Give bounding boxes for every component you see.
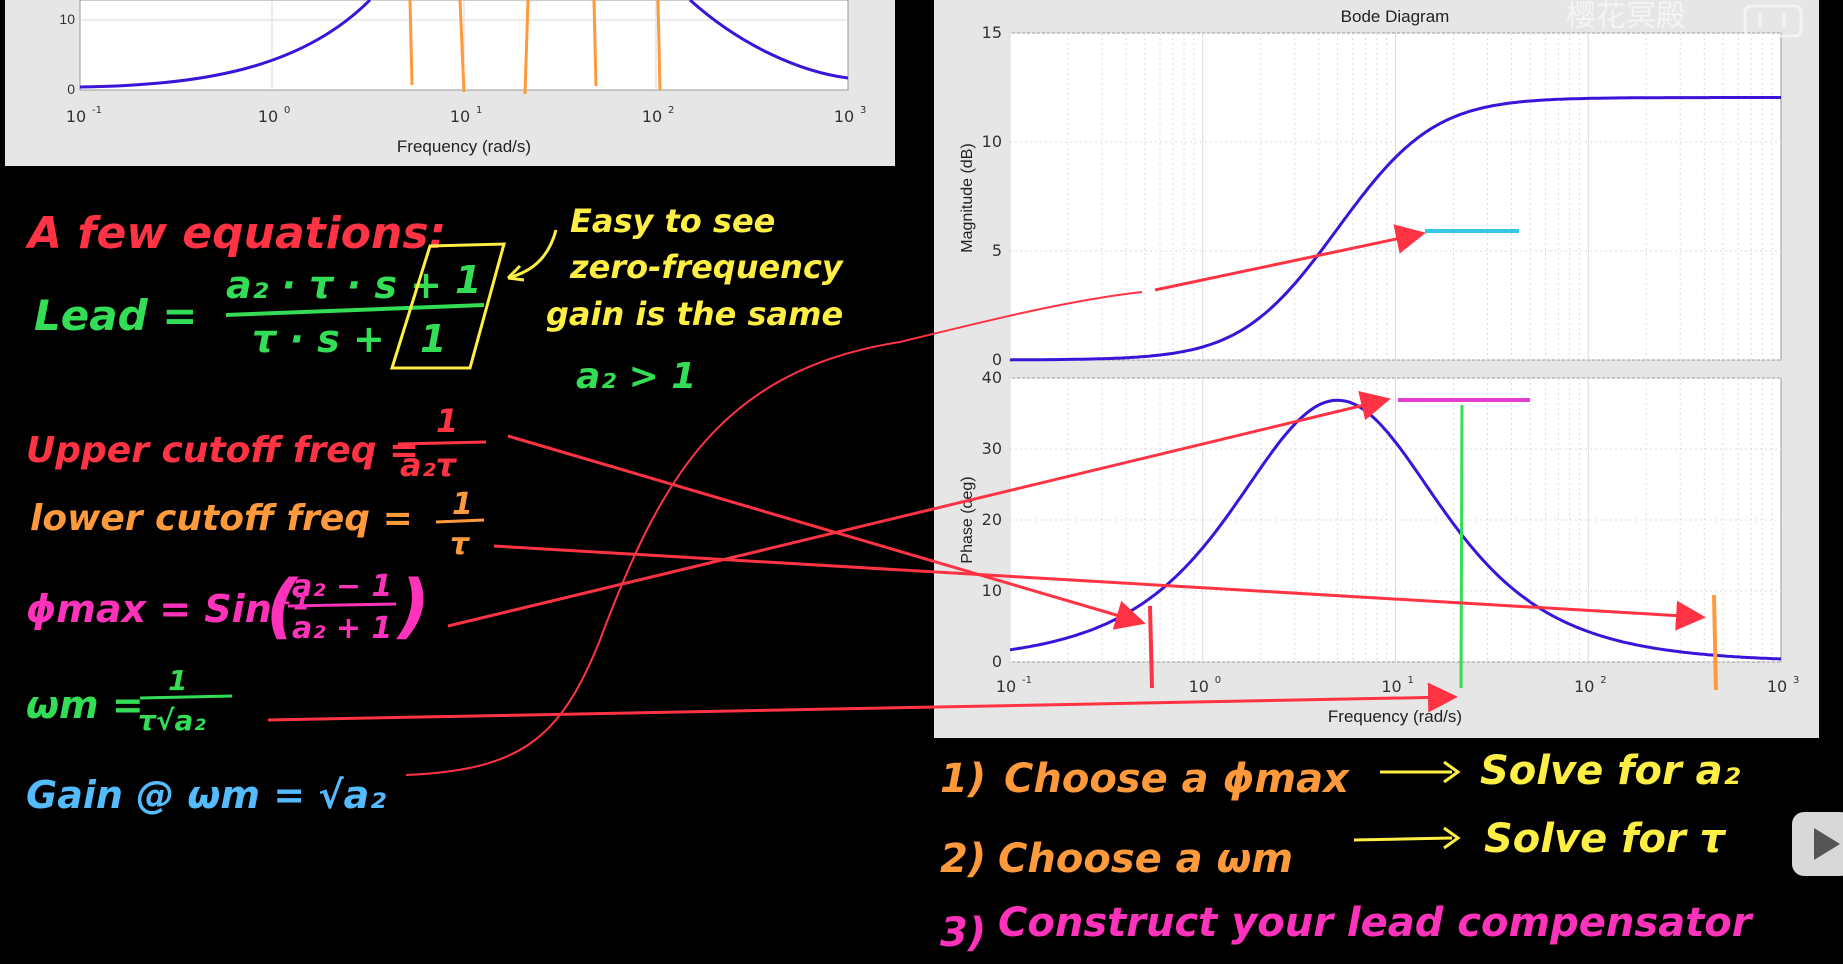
xtick-label: 10 xyxy=(1767,677,1787,696)
xtick-label: 10 xyxy=(1189,677,1209,696)
step-2-number: 2) xyxy=(940,836,986,882)
bode-diagram: Bode Diagram 051015 Magnitude (dB) 01020… xyxy=(934,0,1819,738)
watermark: 樱花冥殿 xyxy=(1566,0,1686,34)
lead-denominator: τ · s + xyxy=(252,317,385,361)
easy-note-line2: zero-frequency xyxy=(569,248,844,286)
upper-cutoff-den: a₂τ xyxy=(400,446,458,484)
xtick-label: 10 xyxy=(258,107,278,126)
steps-list: 1) Choose a ϕmax Solve for a₂ 2) Choose … xyxy=(940,748,1754,956)
xtick-exponent: 3 xyxy=(1793,675,1799,686)
xtick-exponent: 2 xyxy=(1600,675,1606,686)
xtick-exponent: 0 xyxy=(1215,675,1221,686)
step-2-text: Choose a ωm xyxy=(998,836,1293,882)
xtick-exponent: 1 xyxy=(476,105,482,116)
magnitude-ytick: 0 xyxy=(992,350,1002,369)
phase-ytick: 10 xyxy=(982,581,1002,600)
xtick-label: 10 xyxy=(1574,677,1594,696)
step-2-result: Solve for τ xyxy=(1484,816,1727,862)
step-3-number: 3) xyxy=(940,910,986,956)
easy-note-line3: gain is the same xyxy=(546,295,843,333)
svg-text:): ) xyxy=(396,565,430,647)
lecture-canvas: 10 0 10 -1 10 0 10 1 10 2 10 3 Frequency (rad/s) … xyxy=(5,0,1843,956)
xtick-exponent: -1 xyxy=(92,105,102,116)
bode-xlabel: Frequency (rad/s) xyxy=(1328,707,1462,726)
xtick-exponent: 0 xyxy=(284,105,290,116)
step-1-result: Solve for a₂ xyxy=(1480,748,1741,794)
xtick-label: 10 xyxy=(834,107,854,126)
lower-cutoff-num: 1 xyxy=(452,487,473,522)
phase-ytick: 40 xyxy=(982,368,1002,387)
lower-cutoff-den: τ xyxy=(450,527,471,562)
phimax-num: a₂ − 1 xyxy=(292,569,392,604)
lead-label: Lead = xyxy=(34,291,197,340)
phase-ytick: 30 xyxy=(982,439,1002,458)
notes-heading: A few equations: xyxy=(25,208,446,259)
magnitude-ytick: 15 xyxy=(982,23,1002,42)
step-2-arrow xyxy=(1353,836,1453,842)
top-plot-ytick-10: 10 xyxy=(59,11,75,27)
bode-title: Bode Diagram xyxy=(1341,7,1450,26)
boxed-one-bottom: 1 xyxy=(420,317,446,361)
xtick-label: 10 xyxy=(450,107,470,126)
xtick-label: 10 xyxy=(1381,677,1401,696)
magnitude-ylabel: Magnitude (dB) xyxy=(959,143,976,252)
top-plot: 10 0 10 -1 10 0 10 1 10 2 10 3 Frequency (rad/s) xyxy=(5,0,895,166)
lower-cutoff-label: lower cutoff freq = xyxy=(30,498,413,539)
side-play-button[interactable] xyxy=(1792,812,1843,876)
phase-ylabel: Phase (deg) xyxy=(959,476,976,563)
xtick-label: 10 xyxy=(996,677,1016,696)
magnitude-ytick: 5 xyxy=(992,241,1002,260)
magnitude-ytick: 10 xyxy=(982,132,1002,151)
wm-den: τ√a₂ xyxy=(138,704,206,737)
wm-num: 1 xyxy=(168,664,187,697)
gain-at-wm-label: Gain @ ωm = √a₂ xyxy=(26,773,386,817)
xtick-exponent: 3 xyxy=(860,105,866,116)
lead-numerator: a₂ · τ · s + xyxy=(226,263,442,307)
phase-ytick: 0 xyxy=(992,652,1002,671)
xtick-label: 10 xyxy=(66,107,86,126)
boxed-one-top: 1 xyxy=(455,258,481,302)
xtick-exponent: 1 xyxy=(1408,675,1414,686)
step-1-text: Choose a ϕmax xyxy=(1004,756,1350,802)
phimax-den: a₂ + 1 xyxy=(292,611,392,646)
step-3-text: Construct your lead compensator xyxy=(998,900,1754,946)
phase-ytick: 20 xyxy=(982,510,1002,529)
step-1-number: 1) xyxy=(940,756,986,802)
xtick-exponent: -1 xyxy=(1022,675,1032,686)
upper-cutoff-marker xyxy=(1712,594,1718,691)
top-plot-xlabel: Frequency (rad/s) xyxy=(397,137,531,156)
upper-cutoff-num: 1 xyxy=(436,402,458,440)
wm-marker xyxy=(1459,404,1464,689)
a2-constraint: a₂ > 1 xyxy=(576,356,696,397)
lower-cutoff-marker xyxy=(1148,605,1154,689)
easy-note-line1: Easy to see xyxy=(570,202,775,240)
xtick-label: 10 xyxy=(642,107,662,126)
top-plot-ytick-0: 0 xyxy=(67,81,75,97)
upper-cutoff-label: Upper cutoff freq = xyxy=(26,430,419,471)
wm-label: ωm = xyxy=(26,683,144,727)
equation-notes: A few equations: Lead = a₂ · τ · s + τ ·… xyxy=(25,202,844,817)
xtick-exponent: 2 xyxy=(668,105,674,116)
